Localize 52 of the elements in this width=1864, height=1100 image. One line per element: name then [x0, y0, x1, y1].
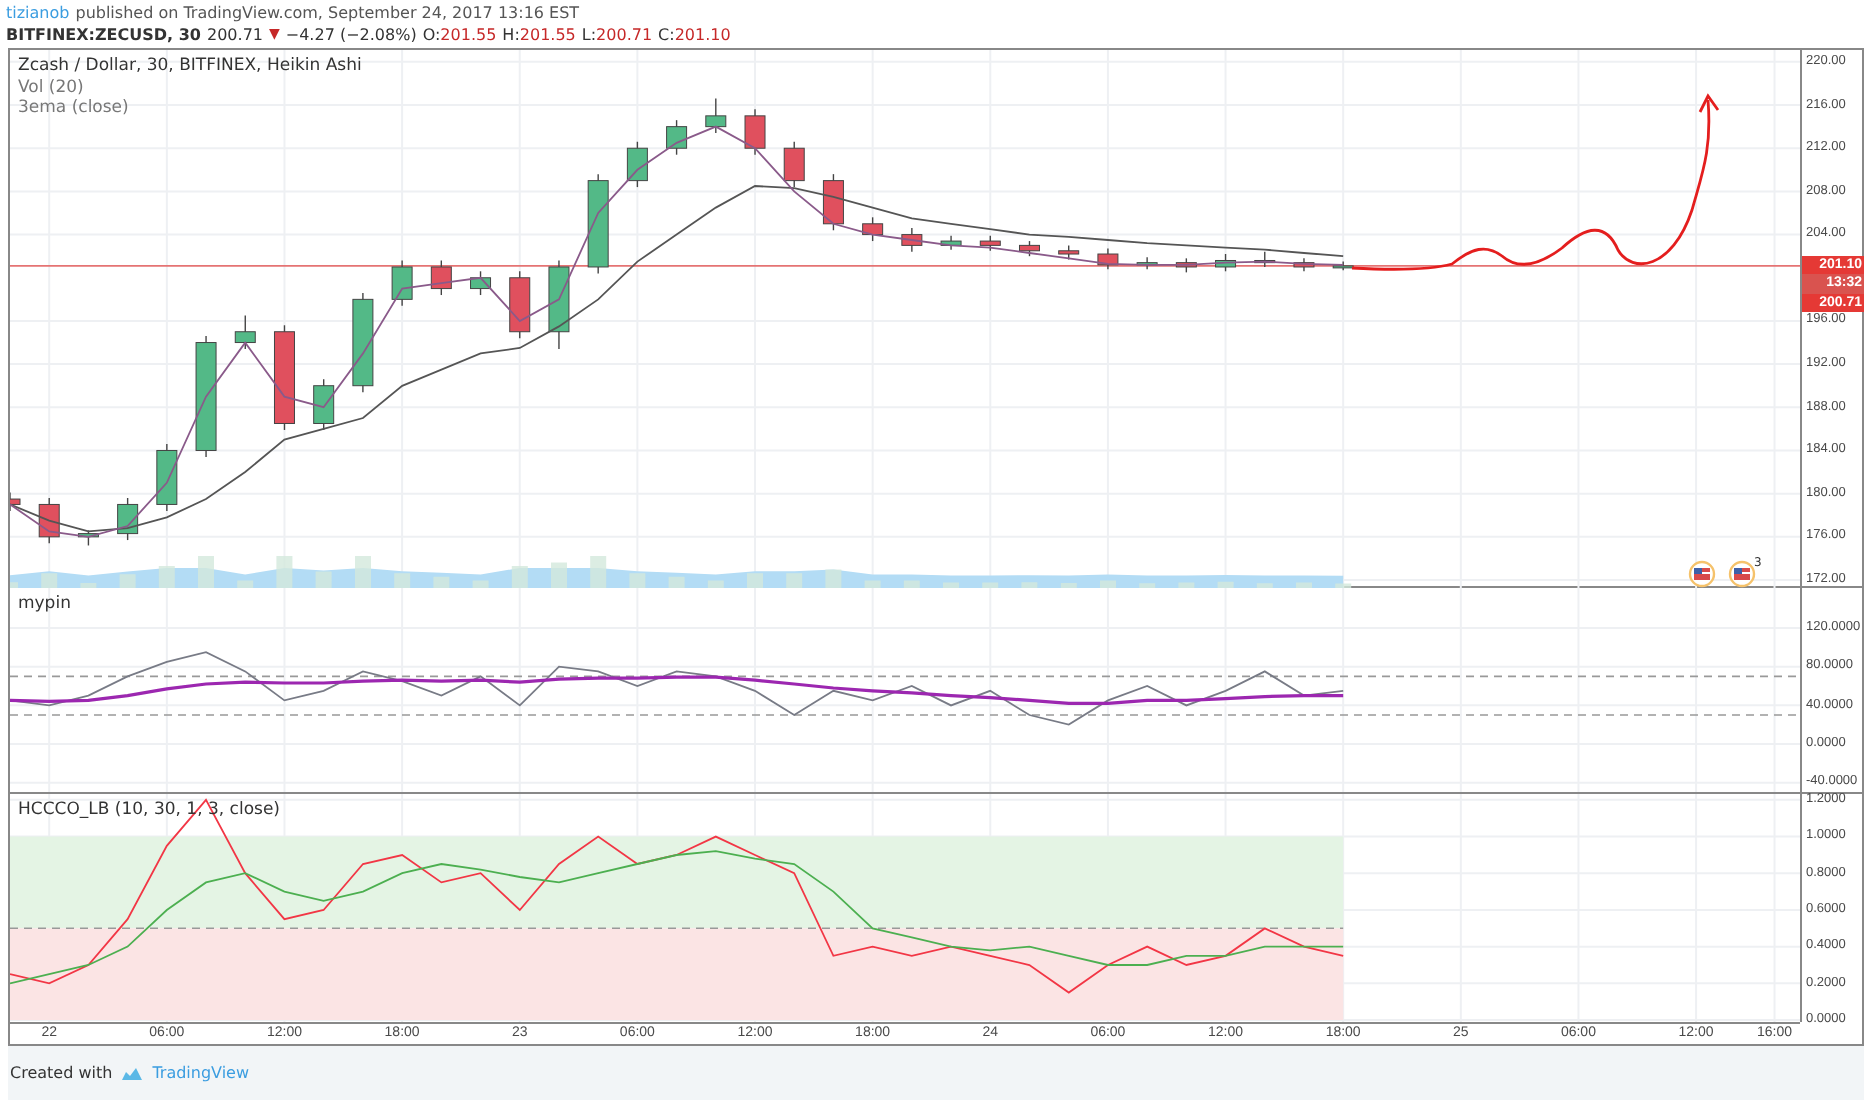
- legend-text: mypin: [18, 594, 71, 615]
- candle: [470, 270, 492, 296]
- ohlc-value: 200.71: [596, 24, 653, 46]
- candle: [234, 314, 256, 350]
- candle: [117, 497, 139, 541]
- candle: [274, 324, 295, 431]
- change-text: −4.27 (−2.08%): [285, 24, 417, 46]
- brand-text: TradingView: [152, 1061, 250, 1085]
- candle: [744, 108, 766, 156]
- candle: [1019, 240, 1040, 257]
- candle: [1175, 257, 1197, 274]
- candle: [862, 216, 884, 242]
- candle: [783, 141, 805, 188]
- candle: [705, 97, 727, 134]
- candle: [1136, 256, 1158, 270]
- candle: [901, 227, 923, 253]
- candle: [10, 491, 21, 512]
- candle: [940, 234, 962, 251]
- candle: [430, 259, 452, 296]
- candle: [1058, 244, 1080, 261]
- ohlc-label: H:: [502, 24, 520, 46]
- candle: [626, 141, 648, 188]
- ohlc-value: 201.55: [519, 24, 576, 46]
- candle: [195, 335, 217, 458]
- candle: [352, 292, 374, 393]
- footer-text: Created with: [10, 1061, 113, 1085]
- ohlc-value: 201.55: [440, 24, 497, 46]
- candle: [156, 443, 178, 512]
- ohlc-label: L:: [581, 24, 597, 46]
- candle: [666, 119, 688, 156]
- last-price: 200.71: [207, 24, 263, 46]
- candle: [1097, 247, 1119, 270]
- ohlc-label: C:: [658, 24, 675, 46]
- candle: [979, 234, 1001, 252]
- candle: [313, 378, 335, 431]
- candle: [391, 259, 413, 307]
- candle: [38, 497, 60, 544]
- legend-text: Vol (20): [18, 77, 86, 98]
- candle: [587, 173, 609, 275]
- candle: [77, 529, 99, 547]
- candle: [509, 270, 531, 339]
- candle: [822, 173, 844, 231]
- ohlc-value: 201.10: [674, 24, 731, 46]
- published-text: published on TradingView.com, September 24, 2017 13:16 EST: [75, 2, 580, 24]
- legend-text: 3ema (close): [18, 98, 131, 119]
- symbol-text: BITFINEX:ZECUSD, 30: [6, 24, 201, 46]
- ohlc-label: O:: [422, 24, 441, 46]
- candle: [548, 259, 570, 350]
- candle: [1215, 253, 1237, 272]
- legend-text: Zcash / Dollar, 30, BITFINEX, Heikin Ashi: [18, 56, 362, 77]
- flag-event-icon[interactable]: [1688, 560, 1716, 588]
- candle: [1254, 251, 1276, 268]
